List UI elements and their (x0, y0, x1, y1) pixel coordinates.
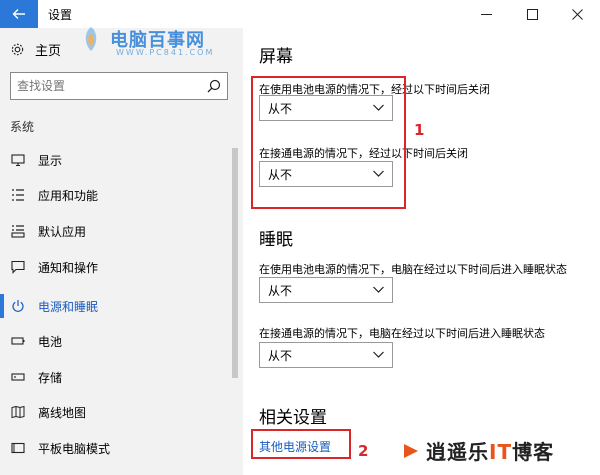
sidebar-item-storage[interactable]: 存储 (10, 365, 62, 389)
sidebar-scrollbar[interactable] (232, 148, 238, 378)
sidebar-item-label: 电源和睡眠 (38, 299, 99, 314)
play-logo-icon (404, 443, 418, 458)
monitor-icon (10, 152, 26, 168)
watermark-bottom-a: 逍遥乐 (426, 440, 489, 464)
maximize-button[interactable] (509, 0, 555, 28)
leaf-logo-icon (85, 27, 97, 51)
sleep-battery-label: 在使用电池电源的情况下，电脑在经过以下时间后进入睡眠状态 (259, 263, 567, 276)
list-icon (10, 187, 26, 203)
settings-window: 设置 主页 系统 显示 (0, 0, 600, 475)
window-title: 设置 (48, 8, 73, 22)
sidebar-item-notifications[interactable]: 通知和操作 (10, 255, 98, 279)
sidebar-home-label: 主页 (35, 44, 62, 59)
select-value: 从不 (268, 283, 293, 298)
watermark-top-sub: WWW.PC841.COM (116, 48, 215, 57)
annotation-box-1 (251, 76, 406, 209)
section-label-system: 系统 (10, 120, 35, 134)
maximize-icon (526, 8, 538, 20)
sidebar-item-battery[interactable]: 电池 (10, 329, 62, 353)
default-apps-icon (10, 223, 26, 239)
sidebar-item-label: 默认应用 (38, 224, 87, 239)
battery-icon (10, 333, 26, 349)
sidebar-item-power-sleep[interactable]: 电源和睡眠 (10, 294, 98, 318)
sidebar-item-offline-maps[interactable]: 离线地图 (10, 400, 86, 424)
close-button[interactable] (554, 0, 600, 28)
select-value: 从不 (268, 348, 293, 363)
watermark-bottom-it: IT (489, 440, 513, 464)
sleep-heading: 睡眠 (259, 230, 293, 250)
sidebar-item-label: 通知和操作 (38, 260, 99, 275)
sleep-plugged-label: 在接通电源的情况下，电脑在经过以下时间后进入睡眠状态 (259, 327, 545, 340)
related-settings-heading: 相关设置 (259, 408, 327, 428)
tablet-icon (10, 440, 26, 456)
screen-heading: 屏幕 (259, 47, 293, 67)
close-icon (571, 8, 583, 20)
sidebar-item-label: 应用和功能 (38, 188, 99, 203)
chevron-down-icon (373, 286, 384, 293)
gear-icon (11, 43, 24, 56)
sidebar-item-label: 存储 (38, 370, 63, 385)
annotation-box-2 (251, 429, 351, 459)
minimize-icon (480, 13, 492, 15)
sidebar-item-tablet-mode[interactable]: 平板电脑模式 (10, 436, 110, 460)
sidebar-item-label: 离线地图 (38, 405, 87, 420)
back-arrow-icon (12, 9, 25, 19)
sidebar-item-label: 显示 (38, 153, 63, 168)
sidebar-item-label: 平板电脑模式 (38, 441, 111, 456)
watermark-bottom-text: 逍遥乐IT博客 (426, 436, 554, 465)
watermark-top: 电脑百事网 WWW.PC841.COM (76, 24, 212, 57)
sidebar-item-display[interactable]: 显示 (10, 148, 62, 172)
active-indicator (0, 294, 4, 318)
search-icon (207, 79, 221, 93)
chevron-down-icon (373, 351, 384, 358)
search-box[interactable] (10, 72, 228, 100)
watermark-bottom: 逍遥乐IT博客 (402, 436, 554, 465)
sidebar: 主页 系统 显示 应用和功能 默认应用 通知和操作 电源和睡眠 (0, 28, 243, 475)
sleep-battery-select[interactable]: 从不 (259, 277, 393, 303)
map-icon (10, 404, 26, 420)
notification-icon (10, 259, 26, 275)
sidebar-item-apps[interactable]: 应用和功能 (10, 183, 98, 207)
back-button[interactable] (0, 0, 38, 28)
search-input[interactable] (17, 76, 197, 96)
sleep-plugged-select[interactable]: 从不 (259, 342, 393, 368)
power-icon (10, 298, 26, 314)
sidebar-item-default-apps[interactable]: 默认应用 (10, 219, 86, 243)
minimize-button[interactable] (463, 0, 509, 28)
sidebar-item-label: 电池 (38, 334, 63, 349)
storage-icon (10, 369, 26, 385)
annotation-number-1: 1 (414, 121, 425, 139)
watermark-bottom-b: 博客 (512, 440, 555, 464)
sidebar-home[interactable]: 主页 (10, 40, 61, 59)
annotation-number-2: 2 (358, 442, 369, 460)
